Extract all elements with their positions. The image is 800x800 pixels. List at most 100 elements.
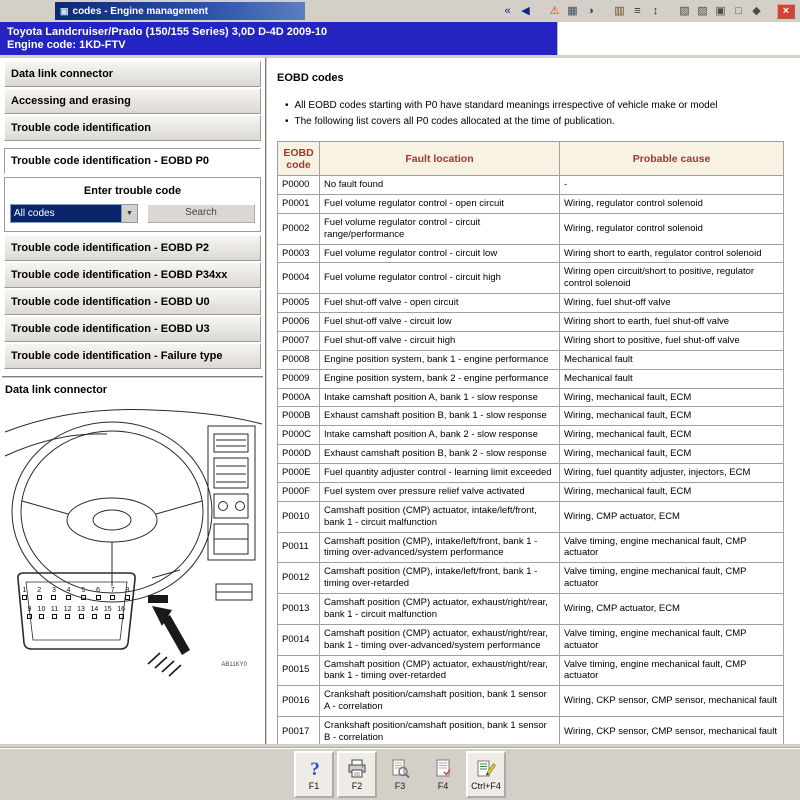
list-icon[interactable]: ≡ (629, 3, 646, 19)
table-row: P000C Intake camshaft position A, bank 2… (278, 426, 784, 445)
table-row: P0009 Engine position system, bank 2 - e… (278, 369, 784, 388)
pin-square (39, 614, 44, 619)
bullet-icon: • (285, 114, 289, 130)
sidebar-item[interactable]: Trouble code identification (4, 115, 261, 141)
close-button[interactable]: × (777, 4, 795, 19)
cause-cell: Wiring short to earth, fuel shut-off val… (560, 313, 784, 332)
chevron-down-icon[interactable]: ▼ (121, 205, 137, 222)
trouble-code-select[interactable]: All codes ▼ (10, 204, 138, 223)
code-cell: P0006 (278, 313, 320, 332)
f4-button[interactable]: F4 (423, 751, 463, 798)
table-row: P0015 Camshaft position (CMP) actuator, … (278, 655, 784, 686)
history-icon[interactable]: ◑ (582, 3, 599, 19)
connector-pin: 10 (38, 606, 46, 619)
units-spinner-icon[interactable]: ↕ (647, 3, 664, 19)
code-cell: P0016 (278, 686, 320, 717)
page-edit-icon (475, 758, 497, 780)
bullet-icon: • (285, 98, 289, 114)
titlebar-spacer (0, 0, 55, 22)
fkey-label: F2 (352, 781, 363, 791)
f1-help-button[interactable]: ? F1 (294, 751, 334, 798)
diagram-icon[interactable]: ▧ (676, 3, 693, 19)
sidebar-item-eobd-p0-active[interactable]: Trouble code identification - EOBD P0 (4, 148, 261, 174)
code-cell: P0002 (278, 213, 320, 244)
cause-cell: Wiring, fuel quantity adjuster, injector… (560, 464, 784, 483)
code-cell: P0001 (278, 194, 320, 213)
cause-cell: Wiring, CKP sensor, CMP sensor, mechanic… (560, 686, 784, 717)
search-panel-title: Enter trouble code (10, 182, 255, 204)
search-button[interactable]: Search (147, 204, 255, 223)
search-row: All codes ▼ Search (10, 204, 255, 223)
sidebar-item[interactable]: Trouble code identification - EOBD P2 (4, 235, 261, 261)
document-icon[interactable]: ▣ (712, 3, 729, 19)
code-cell: P0000 (278, 176, 320, 195)
fault-cell: Engine position system, bank 2 - engine … (320, 369, 560, 388)
f3-button[interactable]: F3 (380, 751, 420, 798)
page-preview-icon (389, 758, 411, 780)
connector-pin: 5 (81, 587, 86, 600)
fault-cell: Exhaust camshaft position B, bank 2 - sl… (320, 445, 560, 464)
pin-square (105, 614, 110, 619)
notes: • All EOBD codes starting with P0 have s… (285, 98, 792, 129)
table-row: P0003 Fuel volume regulator control - ci… (278, 244, 784, 263)
table-row: P0007 Fuel shut-off valve - circuit high… (278, 331, 784, 350)
pin-square (22, 595, 27, 600)
vehicle-name: Toyota Landcruiser/Prado (150/155 Series… (7, 26, 550, 38)
sidebar-item[interactable]: Trouble code identification - Failure ty… (4, 343, 261, 369)
cause-cell: Wiring, mechanical fault, ECM (560, 426, 784, 445)
fault-cell: Fuel quantity adjuster control - learnin… (320, 464, 560, 483)
connector-pin: 6 (96, 587, 101, 600)
fault-cell: Exhaust camshaft position B, bank 1 - sl… (320, 407, 560, 426)
cause-cell: Valve timing, engine mechanical fault, C… (560, 624, 784, 655)
manuals-icon[interactable]: ▥ (611, 3, 628, 19)
nav-back-icon[interactable]: ◀ (517, 3, 534, 19)
service-schedule-icon[interactable]: ▦ (564, 3, 581, 19)
fault-cell: Fuel volume regulator control - circuit … (320, 263, 560, 294)
cause-cell: Mechanical fault (560, 369, 784, 388)
sidebar-group-bottom: Trouble code identification - EOBD P2 Tr… (2, 234, 263, 370)
sidebar-item[interactable]: Accessing and erasing (4, 88, 261, 114)
sidebar-item[interactable]: Trouble code identification - EOBD U0 (4, 289, 261, 315)
eobd-codes-table: EOBD code Fault location Probable cause … (277, 141, 784, 744)
pin-square (65, 614, 70, 619)
connector-pin: 12 (64, 606, 72, 619)
pin-square (81, 595, 86, 600)
code-cell: P0009 (278, 369, 320, 388)
table-row: P000B Exhaust camshaft position B, bank … (278, 407, 784, 426)
cause-cell: Wiring short to positive, fuel shut-off … (560, 331, 784, 350)
data-link-connector-diagram: 1 2 3 (2, 398, 263, 742)
cause-cell: Wiring, mechanical fault, ECM (560, 445, 784, 464)
table-row: P0001 Fuel volume regulator control - op… (278, 194, 784, 213)
window-titlebar: ▣ codes - Engine management (55, 2, 305, 20)
table-row: P0005 Fuel shut-off valve - open circuit… (278, 294, 784, 313)
content-area: Data link connector Accessing and erasin… (0, 58, 800, 744)
connector-pin: 13 (77, 606, 85, 619)
fault-cell: Camshaft position (CMP) actuator, intake… (320, 501, 560, 532)
f2-print-button[interactable]: F2 (337, 751, 377, 798)
nav-first-icon[interactable]: « (499, 3, 516, 19)
warning-icon[interactable]: ⚠ (546, 3, 563, 19)
fault-cell: Camshaft position (CMP), intake/left/fro… (320, 532, 560, 563)
ctrl-f4-button[interactable]: Ctrl+F4 (466, 751, 506, 798)
settings-icon[interactable]: ◆ (748, 3, 765, 19)
pointer-arrow-shaft (162, 615, 190, 655)
sidebar-item[interactable]: Trouble code identification - EOBD P34xx (4, 262, 261, 288)
pin-square (92, 614, 97, 619)
sidebar-item[interactable]: Trouble code identification - EOBD U3 (4, 316, 261, 342)
fault-cell: Camshaft position (CMP) actuator, exhaus… (320, 655, 560, 686)
sidebar-gap (2, 142, 263, 147)
fault-cell: Camshaft position (CMP), intake/left/fro… (320, 563, 560, 594)
pin-row-bottom: 9 10 11 (18, 606, 134, 619)
window-tile-icon[interactable]: □ (730, 3, 747, 19)
printer-icon (346, 758, 368, 780)
diagram-title: Data link connector (2, 376, 263, 398)
sidebar-item[interactable]: Data link connector (4, 61, 261, 87)
code-cell: P0012 (278, 563, 320, 594)
table-row: P0004 Fuel volume regulator control - ci… (278, 263, 784, 294)
chart-icon[interactable]: ▨ (694, 3, 711, 19)
table-row: P000E Fuel quantity adjuster control - l… (278, 464, 784, 483)
table-row: P0011 Camshaft position (CMP), intake/le… (278, 532, 784, 563)
table-header-row: EOBD code Fault location Probable cause (278, 142, 784, 176)
svg-text:?: ? (310, 759, 320, 780)
cause-cell: Wiring, regulator control solenoid (560, 213, 784, 244)
